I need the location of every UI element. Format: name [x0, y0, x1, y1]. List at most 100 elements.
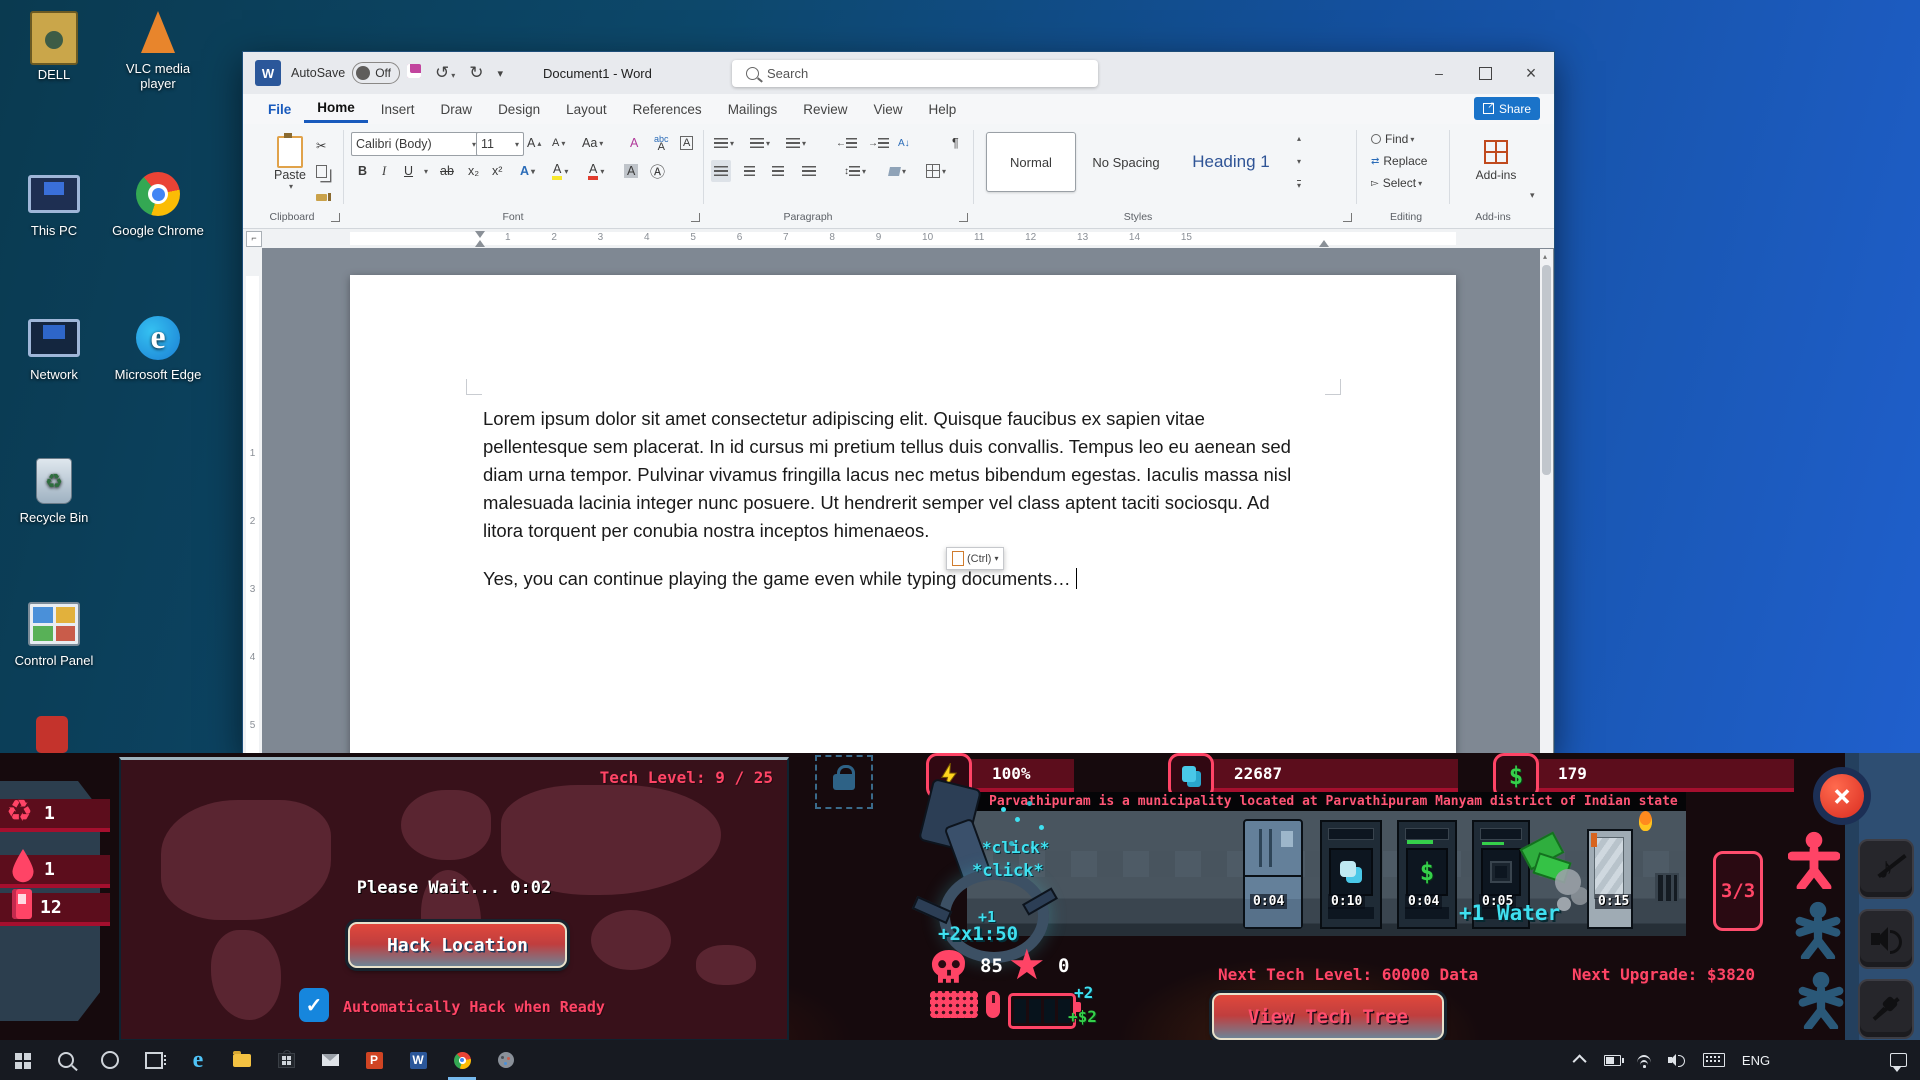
find-button[interactable]: Find▾	[1368, 130, 1417, 148]
multilevel-list-icon[interactable]: ▾	[783, 132, 809, 154]
vertical-scrollbar[interactable]: ▴	[1540, 249, 1553, 753]
superscript-icon[interactable]: x²	[489, 160, 505, 182]
edge-taskbar-icon[interactable]: e	[176, 1040, 220, 1080]
store-taskbar-icon[interactable]	[264, 1040, 308, 1080]
align-center-icon[interactable]	[741, 160, 758, 182]
desktop-icon-control-panel[interactable]: Control Panel	[8, 598, 100, 668]
paragraph-2[interactable]: Yes, you can continue playing the game e…	[483, 565, 1307, 593]
subscript-icon[interactable]: x₂	[465, 160, 482, 182]
powerpoint-taskbar-icon[interactable]: P	[352, 1040, 396, 1080]
underline-caret-icon[interactable]: ▾	[419, 160, 431, 182]
share-button[interactable]: ↗Share	[1474, 97, 1540, 120]
tray-chevron-up-icon[interactable]	[1566, 1040, 1596, 1080]
change-case-icon[interactable]: Aa▾	[579, 132, 606, 154]
desktop-icon-chrome[interactable]: Google Chrome	[112, 168, 204, 238]
fridge-machine[interactable]	[1243, 819, 1303, 929]
sort-icon[interactable]: A↓	[895, 132, 913, 154]
character-border-icon[interactable]: A	[677, 132, 696, 154]
justify-icon[interactable]	[799, 160, 819, 182]
scrollbar-thumb[interactable]	[1542, 265, 1551, 475]
game-close-button[interactable]: ×	[1820, 774, 1864, 818]
word-taskbar-icon[interactable]: W	[396, 1040, 440, 1080]
mail-taskbar-icon[interactable]	[308, 1040, 352, 1080]
minimize-button[interactable]: –	[1416, 52, 1462, 94]
tab-view[interactable]: View	[860, 97, 915, 122]
auto-hack-checkbox[interactable]: ✓	[299, 988, 329, 1022]
numbering-icon[interactable]: ▾	[747, 132, 773, 154]
styles-gallery-arrows[interactable]: ▴▾▾	[1291, 134, 1307, 190]
font-name-combo[interactable]: Calibri (Body)▾	[351, 132, 481, 156]
clipboard-dialog-launcher[interactable]	[331, 213, 340, 222]
bullets-icon[interactable]: ▾	[711, 132, 737, 154]
battery-tray-icon[interactable]	[1596, 1040, 1628, 1080]
paragraph-dialog-launcher[interactable]	[959, 213, 968, 222]
lock-slot[interactable]	[815, 755, 873, 809]
save-icon[interactable]	[407, 64, 421, 83]
hack-location-button[interactable]: Hack Location	[348, 922, 567, 968]
start-button[interactable]	[0, 1040, 44, 1080]
file-explorer-taskbar-icon[interactable]	[220, 1040, 264, 1080]
task-view-button[interactable]	[132, 1040, 176, 1080]
phonetic-guide-icon[interactable]: abcA	[651, 132, 672, 154]
cortana-button[interactable]	[88, 1040, 132, 1080]
redo-icon[interactable]: ↻	[469, 63, 483, 83]
tab-help[interactable]: Help	[916, 97, 970, 122]
tab-design[interactable]: Design	[485, 97, 553, 122]
tab-layout[interactable]: Layout	[553, 97, 620, 122]
addins-button[interactable]: Add-ins	[1465, 132, 1527, 190]
action-center-icon[interactable]	[1876, 1040, 1920, 1080]
first-line-indent-marker[interactable]	[475, 231, 485, 238]
collapse-ribbon-icon[interactable]: ▾	[1527, 184, 1538, 206]
tab-references[interactable]: References	[620, 97, 715, 122]
decrease-indent-icon[interactable]: ←	[833, 132, 860, 154]
document-text[interactable]: Lorem ipsum dolor sit amet consectetur a…	[483, 405, 1307, 593]
paste-button[interactable]: Paste▾	[265, 132, 315, 194]
copy-icon[interactable]	[313, 160, 330, 182]
search-input[interactable]: Search	[732, 60, 1098, 87]
data-machine[interactable]	[1320, 820, 1382, 929]
bold-icon[interactable]: B	[355, 160, 370, 182]
music-mute-button[interactable]: ♪	[1858, 839, 1914, 899]
undo-icon[interactable]: ↺▾	[435, 63, 455, 83]
tab-file[interactable]: File	[255, 97, 304, 122]
desktop-icon-dell[interactable]: DELL	[8, 12, 100, 82]
autosave-toggle[interactable]: Off	[352, 62, 400, 84]
style-no-spacing[interactable]: No Spacing	[1081, 132, 1171, 192]
grow-font-icon[interactable]: A▴	[524, 132, 544, 154]
pin-mute-button[interactable]	[1858, 979, 1914, 1039]
tab-draw[interactable]: Draw	[428, 97, 486, 122]
replace-button[interactable]: ⇄Replace	[1368, 152, 1430, 170]
language-indicator[interactable]: ENG	[1734, 1040, 1778, 1080]
clear-formatting-icon[interactable]: A	[627, 132, 641, 154]
wifi-tray-icon[interactable]	[1628, 1040, 1660, 1080]
style-normal[interactable]: Normal	[986, 132, 1076, 192]
tab-review[interactable]: Review	[790, 97, 860, 122]
chrome-taskbar-icon[interactable]	[440, 1040, 484, 1080]
font-size-combo[interactable]: 11▾	[476, 132, 524, 156]
vertical-ruler[interactable]: 1 2 3 4 5	[243, 248, 262, 754]
underline-icon[interactable]: U	[401, 160, 416, 182]
font-color-icon[interactable]: A▾	[585, 160, 607, 182]
styles-dialog-launcher[interactable]	[1343, 213, 1352, 222]
cut-icon[interactable]: ✂	[313, 134, 329, 156]
align-left-icon[interactable]	[711, 160, 731, 182]
hanging-indent-marker[interactable]	[475, 240, 485, 247]
desktop-icon-edge[interactable]: e Microsoft Edge	[112, 312, 204, 382]
game-taskbar-icon[interactable]	[484, 1040, 528, 1080]
scroll-up-icon[interactable]: ▴	[1543, 252, 1547, 261]
horizontal-ruler[interactable]: ⌐ 1 2 3 4 5 6 7 8 9 10 11 12 13 14 15	[243, 229, 1554, 249]
tab-selector[interactable]: ⌐	[246, 231, 262, 247]
highlight-icon[interactable]: A▾	[549, 160, 571, 182]
document-page[interactable]: Lorem ipsum dolor sit amet consectetur a…	[350, 275, 1456, 754]
tab-home[interactable]: Home	[304, 95, 368, 123]
paragraph-1[interactable]: Lorem ipsum dolor sit amet consectetur a…	[483, 405, 1307, 545]
pilcrow-icon[interactable]: ¶	[949, 132, 962, 154]
italic-icon[interactable]: I	[379, 160, 389, 182]
maximize-button[interactable]	[1462, 52, 1508, 94]
volume-tray-icon[interactable]	[1660, 1040, 1694, 1080]
tab-mailings[interactable]: Mailings	[715, 97, 791, 122]
sound-button[interactable]	[1858, 909, 1914, 969]
desktop-icon-network[interactable]: Network	[8, 312, 100, 382]
qat-customize-icon[interactable]: ▾	[498, 67, 504, 80]
app-icon-red-partial[interactable]	[36, 716, 68, 753]
